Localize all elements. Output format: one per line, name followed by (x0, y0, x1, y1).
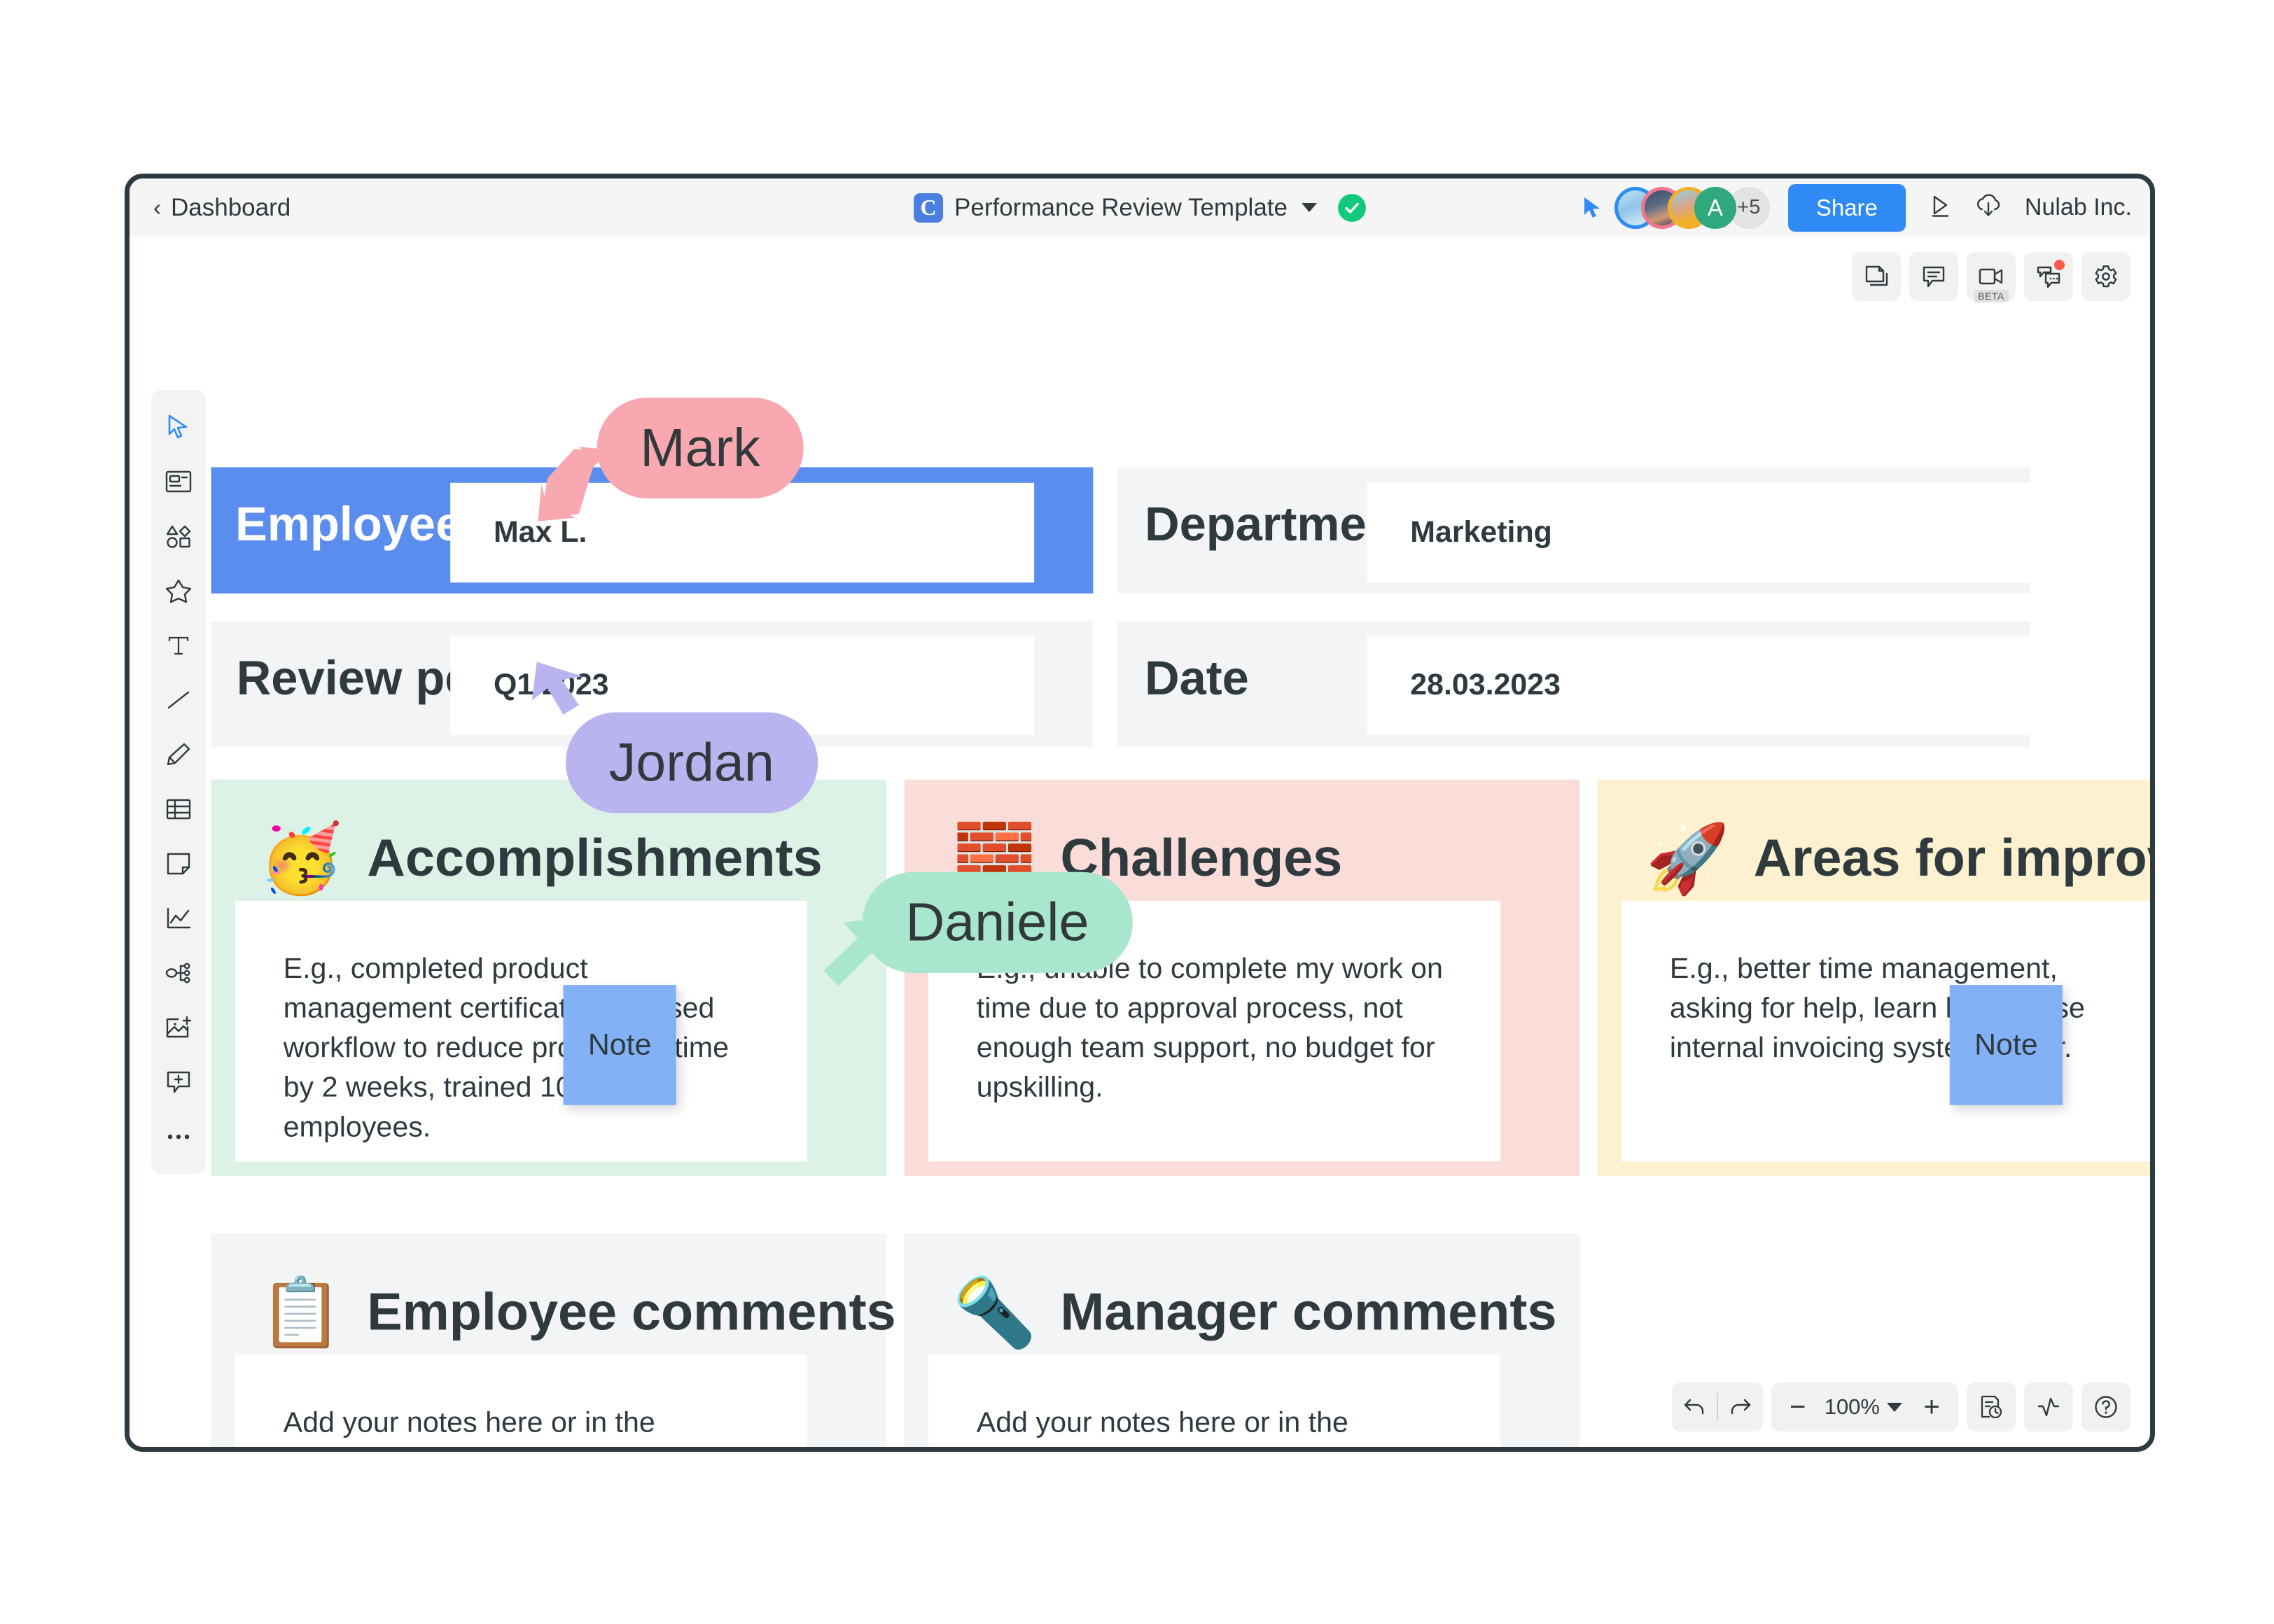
remote-cursor-icon (1584, 197, 1600, 218)
section-header: 🚀 Areas for improvement (1598, 780, 2150, 892)
saved-check-icon (1337, 193, 1366, 222)
template-tool[interactable] (151, 454, 206, 509)
section-title: Areas for improvement (1753, 828, 2150, 888)
board-canvas[interactable]: Employee name Max L. Department Marketin… (130, 237, 2150, 1447)
collaborator-avatars[interactable]: A +5 (1614, 186, 1770, 229)
text-tool[interactable] (151, 618, 206, 673)
date-label: Date (1145, 652, 1249, 706)
video-call-icon[interactable]: BETA (1967, 252, 2016, 302)
back-to-dashboard-link[interactable]: ‹ Dashboard (153, 194, 291, 222)
zoom-in-button[interactable]: + (1909, 1382, 1954, 1432)
canvas-toolbar: BETA (1852, 252, 2130, 302)
section-employee-comments-body[interactable]: Add your notes here or in the stickies. (235, 1354, 807, 1447)
zoom-level-value[interactable]: 100% (1820, 1394, 1884, 1420)
chat-icon[interactable] (2024, 252, 2073, 301)
activity-icon[interactable] (2024, 1382, 2073, 1432)
zoom-out-button[interactable]: − (1776, 1382, 1820, 1432)
comment-icon[interactable] (1909, 252, 1958, 301)
sticky-note-tool[interactable] (151, 836, 206, 891)
pen-tool[interactable] (151, 727, 206, 782)
cloud-download-icon[interactable] (1974, 192, 2002, 223)
notification-dot (2054, 260, 2065, 270)
chevron-left-icon: ‹ (153, 195, 161, 220)
version-history-icon[interactable] (1967, 1382, 2016, 1432)
cacoo-logo-icon: C (914, 192, 944, 223)
clipboard-icon: 📋 (259, 1274, 343, 1350)
section-areas-body[interactable]: E.g., better time management, asking for… (1621, 900, 2150, 1162)
date-input[interactable]: 28.03.2023 (1367, 635, 2040, 736)
board-content: Employee name Max L. Department Marketin… (130, 237, 2150, 1447)
plus-icon: + (1923, 1392, 1940, 1422)
section-title: Accomplishments (367, 828, 823, 888)
sticky-note[interactable]: Note (1949, 985, 2063, 1105)
cursor-label-jordan: Jordan (565, 712, 818, 813)
left-tool-rail (151, 390, 206, 1174)
minus-icon: − (1790, 1392, 1806, 1422)
settings-icon[interactable] (2081, 252, 2130, 301)
star-stamp-tool[interactable] (151, 564, 206, 618)
top-bar-right-group: A +5 Share Nulab Inc. (1582, 183, 2132, 232)
zoom-group: − 100% + (1771, 1382, 1958, 1432)
redo-button[interactable] (1718, 1382, 1763, 1432)
app-window: ‹ Dashboard C Performance Review Templat… (125, 174, 2155, 1452)
back-to-dashboard-label: Dashboard (171, 193, 291, 221)
section-title: Employee comments (367, 1282, 896, 1342)
share-button[interactable]: Share (1787, 183, 1906, 232)
undo-redo-group (1671, 1382, 1763, 1432)
present-icon[interactable] (1927, 192, 1953, 223)
section-accomplishments-body[interactable]: E.g., completed product management certi… (235, 900, 807, 1162)
section-header: 📋 Employee comments (211, 1233, 895, 1350)
avatar-initial: A (1707, 194, 1723, 220)
section-manager-comments-body[interactable]: Add your notes here or in the stickies. (928, 1354, 1500, 1447)
department-input[interactable]: Marketing (1367, 482, 2040, 583)
undo-button[interactable] (1672, 1382, 1717, 1432)
line-tool[interactable] (151, 673, 206, 727)
more-tools[interactable] (151, 1110, 206, 1164)
pages-icon[interactable] (1852, 252, 1901, 301)
table-tool[interactable] (151, 782, 206, 836)
sticky-note[interactable]: Note (563, 985, 676, 1105)
rocket-icon: 🚀 (1645, 820, 1730, 897)
chevron-down-icon[interactable] (1887, 1402, 1902, 1412)
chevron-down-icon[interactable] (1301, 203, 1317, 212)
top-bar: ‹ Dashboard C Performance Review Templat… (130, 178, 2150, 237)
section-header: 🔦 Manager comments (905, 1233, 1579, 1346)
flashlight-icon: 🔦 (952, 1274, 1037, 1350)
document-title-group[interactable]: C Performance Review Template (914, 192, 1366, 223)
add-image-tool[interactable] (151, 1000, 206, 1055)
organization-name[interactable]: Nulab Inc. (2025, 194, 2132, 221)
add-comment-tool[interactable] (151, 1055, 206, 1110)
help-icon[interactable] (2081, 1382, 2130, 1432)
cursor-label-mark: Mark (597, 397, 804, 499)
flowchart-tool[interactable] (151, 946, 206, 1000)
chart-tool[interactable] (151, 891, 206, 946)
cursor-label-daniele: Daniele (862, 872, 1133, 973)
select-cursor-tool[interactable] (151, 400, 206, 454)
avatar[interactable]: A (1694, 186, 1736, 229)
zoom-toolbar: − 100% + (1671, 1382, 2130, 1432)
section-title: Manager comments (1060, 1282, 1557, 1342)
beta-tag: BETA (1974, 290, 2009, 302)
logo-letter: C (920, 195, 937, 220)
party-face-icon: 🥳 (259, 820, 343, 897)
document-title: Performance Review Template (954, 193, 1288, 221)
shapes-tool[interactable] (151, 509, 206, 564)
